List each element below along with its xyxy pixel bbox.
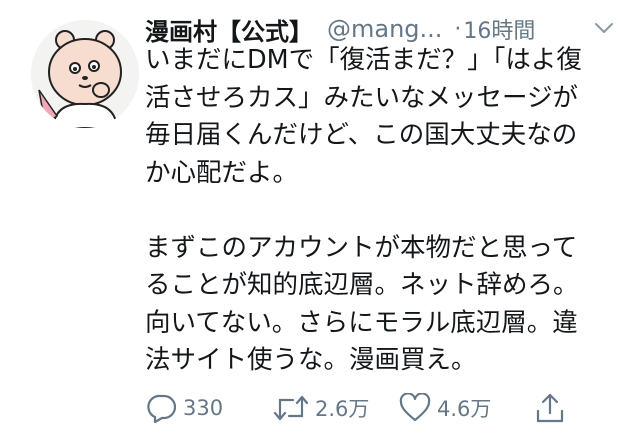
bear-character-avatar — [31, 20, 139, 128]
retweet-icon — [273, 395, 309, 421]
user-handle[interactable]: @mang... — [327, 15, 442, 43]
tweet-line: か心配だよ。 — [145, 157, 299, 188]
tweet-actions: 330 2.6万 4.6万 — [145, 390, 625, 426]
retweet-button[interactable]: 2.6万 — [273, 393, 399, 423]
tweet-line: 活させろカス」みたいなメッセージが — [145, 82, 578, 113]
tweet-line: 法サイト使うな。漫画買え。 — [145, 345, 477, 375]
like-count: 4.6万 — [437, 397, 492, 421]
reply-button[interactable]: 330 — [145, 393, 273, 423]
tweet-line: まずこのアカウントが本物だと思って — [145, 232, 578, 263]
tweet-line: いまだにDMで「復活まだ？」「はよ復 — [145, 45, 582, 75]
tweet-line: 向いてない。さらにモラル底辺層。違 — [145, 307, 578, 338]
tweet-line: ることが知的底辺層。ネット辞めろ。 — [145, 270, 579, 300]
avatar[interactable] — [31, 20, 139, 128]
reply-icon — [147, 394, 177, 423]
reply-count: 330 — [183, 396, 224, 420]
like-button[interactable]: 4.6万 — [399, 393, 535, 423]
chevron-down-icon[interactable] — [593, 20, 615, 36]
tweet-text: いまだにDMで「復活まだ？」「はよ復 活させろカス」みたいなメッセージが 毎日届… — [145, 42, 615, 380]
tweet-line: 毎日届くんだけど、この国大丈夫なの — [145, 120, 578, 150]
heart-icon — [399, 393, 431, 422]
share-button[interactable] — [535, 392, 565, 424]
retweet-count: 2.6万 — [315, 397, 370, 421]
timestamp[interactable]: 16時間 — [463, 13, 535, 45]
separator-dot: · — [454, 16, 462, 42]
share-icon — [536, 393, 564, 423]
